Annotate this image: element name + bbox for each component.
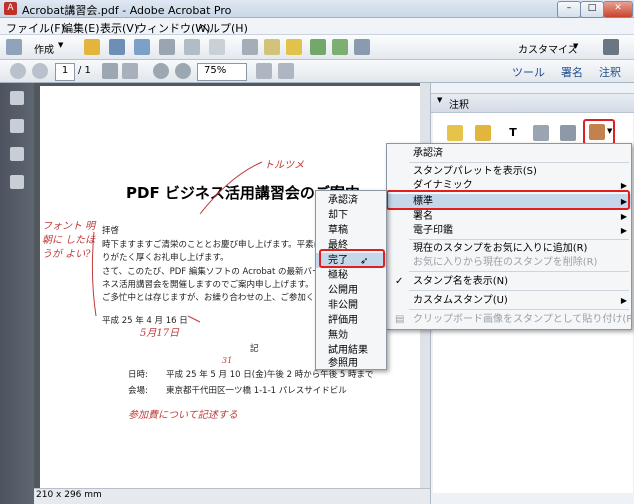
- clipboard-icon: ▤: [395, 314, 405, 325]
- highlight-icon[interactable]: [475, 125, 491, 141]
- stamp-void[interactable]: 無効: [316, 328, 386, 343]
- combine-icon[interactable]: [354, 39, 370, 55]
- stamp-confidential[interactable]: 極秘: [316, 268, 386, 283]
- settings-icon[interactable]: [242, 39, 258, 55]
- page-number-input[interactable]: 1: [55, 63, 75, 81]
- checkmark-icon: ✓: [395, 276, 404, 287]
- stamp-menu-add-favorite[interactable]: 現在のスタンプをお気に入りに追加(R): [387, 241, 631, 256]
- menu-separator: [409, 162, 629, 163]
- title-bar: A Acrobat講習会.pdf - Adobe Acrobat Pro – □…: [0, 0, 634, 18]
- navigation-pane: [0, 83, 34, 504]
- next-page-icon[interactable]: [32, 63, 48, 79]
- main-toolbar: 作成 ▼ カスタマイズ ▼: [0, 35, 634, 60]
- collapse-chevron-icon[interactable]: ▼: [437, 96, 442, 104]
- signatures-icon[interactable]: [10, 175, 24, 189]
- stamp-approved[interactable]: 承認済: [316, 193, 386, 208]
- zoom-out-icon[interactable]: [153, 63, 169, 79]
- menu-view[interactable]: 表示(V): [100, 20, 138, 36]
- maximize-button[interactable]: □: [580, 1, 604, 18]
- submenu-arrow-icon: ▶: [620, 226, 627, 235]
- hand-tool-icon[interactable]: [122, 63, 138, 79]
- menu-separator: [409, 271, 629, 272]
- stamp-menu: 承認済 スタンプパレットを表示(S) ダイナミック ▶ 標準 ▶ 署名 ▶ 電子印鑑 ▶…: [386, 143, 634, 330]
- page-size: 210 x 296 mm: [36, 490, 102, 500]
- stamp-menu-remove-favorite: お気に入りから現在のスタンプを削除(R): [413, 257, 598, 268]
- stamp-menu-signature-label: 署名: [413, 211, 433, 222]
- sign-pane-button[interactable]: 署名: [561, 64, 583, 80]
- page-thumbnails-icon[interactable]: [10, 91, 24, 105]
- stamp-menu-seal-label: 電子印鑑: [413, 225, 453, 236]
- menu-separator: [409, 239, 629, 240]
- menu-separator: [409, 309, 629, 310]
- customize-chevron-icon[interactable]: ▼: [573, 42, 578, 50]
- stamp-menu-paste-clipboard: ▤ クリップボード画像をスタンプとして貼り付け(P): [387, 312, 634, 327]
- stamp-rejected[interactable]: 却下: [316, 208, 386, 223]
- print-icon[interactable]: [159, 39, 175, 55]
- menu-help[interactable]: ヘルプ(H): [198, 20, 248, 36]
- stamp-evaluation[interactable]: 評価用: [316, 313, 386, 328]
- export-icon[interactable]: [310, 39, 326, 55]
- stamp-menu-palette[interactable]: スタンプパレットを表示(S): [387, 164, 631, 179]
- stamp-menu-custom-label: カスタムスタンプ(U): [413, 295, 508, 306]
- status-bar: 210 x 296 mm: [34, 488, 430, 504]
- form-icon[interactable]: [332, 39, 348, 55]
- chevron-down-icon[interactable]: ▼: [58, 41, 63, 49]
- menu-file[interactable]: ファイル(F): [6, 20, 65, 36]
- expand-icon[interactable]: [603, 39, 619, 55]
- menu-edit[interactable]: 編集(E): [62, 20, 100, 36]
- stamp-reference[interactable]: 参照用: [316, 356, 386, 371]
- annotations-section-header[interactable]: ▼ 注釈: [431, 93, 634, 113]
- stamp-private[interactable]: 非公開: [316, 298, 386, 313]
- minimize-button[interactable]: –: [557, 1, 581, 18]
- comment-icon[interactable]: [264, 39, 280, 55]
- open-folder-icon[interactable]: [84, 39, 100, 55]
- customize-button[interactable]: カスタマイズ: [518, 41, 578, 56]
- text-icon[interactable]: T: [505, 125, 521, 141]
- sticky-note-icon[interactable]: [447, 125, 463, 141]
- stamp-menu-show-names-label: スタンプ名を表示(N): [413, 276, 508, 287]
- stamp-menu-paste-clipboard-label: クリップボード画像をスタンプとして貼り付け(P): [413, 314, 634, 325]
- submenu-arrow-icon: ▶: [620, 212, 627, 221]
- annotations-section-title: 注釈: [449, 100, 469, 111]
- completed-item-highlight: [319, 249, 385, 268]
- attach-icon[interactable]: [533, 125, 549, 141]
- edit-icon[interactable]: [184, 39, 200, 55]
- bookmarks-icon[interactable]: [10, 119, 24, 133]
- zoom-in-icon[interactable]: [175, 63, 191, 79]
- save-icon[interactable]: [109, 39, 125, 55]
- standard-stamps-submenu: 承認済 却下 草稿 最終 完了 ➶ 極秘 公開用 非公開 評価用 無効 試用結果 …: [315, 190, 387, 370]
- navigation-toolbar: 1 / 1 75% ツール 署名 注釈: [0, 60, 634, 83]
- stamp-public[interactable]: 公開用: [316, 283, 386, 298]
- stamp-menu-signature[interactable]: 署名 ▶: [387, 209, 631, 224]
- stamp-tool-highlight: [583, 119, 615, 145]
- close-button[interactable]: ✕: [603, 1, 633, 18]
- prev-page-icon[interactable]: [10, 63, 26, 79]
- attachments-icon[interactable]: [10, 147, 24, 161]
- stamp-draft[interactable]: 草稿: [316, 223, 386, 238]
- sticky-note-icon[interactable]: [286, 39, 302, 55]
- standard-item-highlight: [386, 190, 630, 210]
- fit-page-icon[interactable]: [256, 63, 272, 79]
- create-button[interactable]: 作成: [34, 41, 54, 56]
- zoom-value: 75%: [204, 65, 227, 76]
- stamp-menu-custom[interactable]: カスタムスタンプ(U) ▶: [387, 293, 631, 308]
- page-count: / 1: [78, 65, 91, 76]
- submenu-arrow-icon: ▶: [620, 296, 627, 305]
- comment-pane-button[interactable]: 注釈: [599, 64, 621, 80]
- cloud-upload-icon[interactable]: [134, 39, 150, 55]
- menu-bar: ファイル(F) 編集(E) 表示(V) ウィンドウ(W) ヘルプ(H): [0, 18, 634, 35]
- audio-icon[interactable]: [560, 125, 576, 141]
- menu-separator: [409, 290, 629, 291]
- stamp-menu-seal[interactable]: 電子印鑑 ▶: [387, 223, 631, 238]
- window-title: Acrobat講習会.pdf - Adobe Acrobat Pro: [22, 4, 232, 17]
- select-cursor-icon[interactable]: [102, 63, 118, 79]
- stamp-menu-show-names[interactable]: ✓ スタンプ名を表示(N): [387, 274, 631, 289]
- create-icon: [6, 39, 22, 55]
- acrobat-app-icon: A: [4, 2, 17, 15]
- tools-pane-button[interactable]: ツール: [512, 64, 545, 80]
- zoom-select[interactable]: 75%: [197, 63, 247, 81]
- full-screen-icon[interactable]: [278, 63, 294, 79]
- stamp-menu-approved[interactable]: 承認済: [387, 146, 631, 161]
- email-icon[interactable]: [209, 39, 225, 55]
